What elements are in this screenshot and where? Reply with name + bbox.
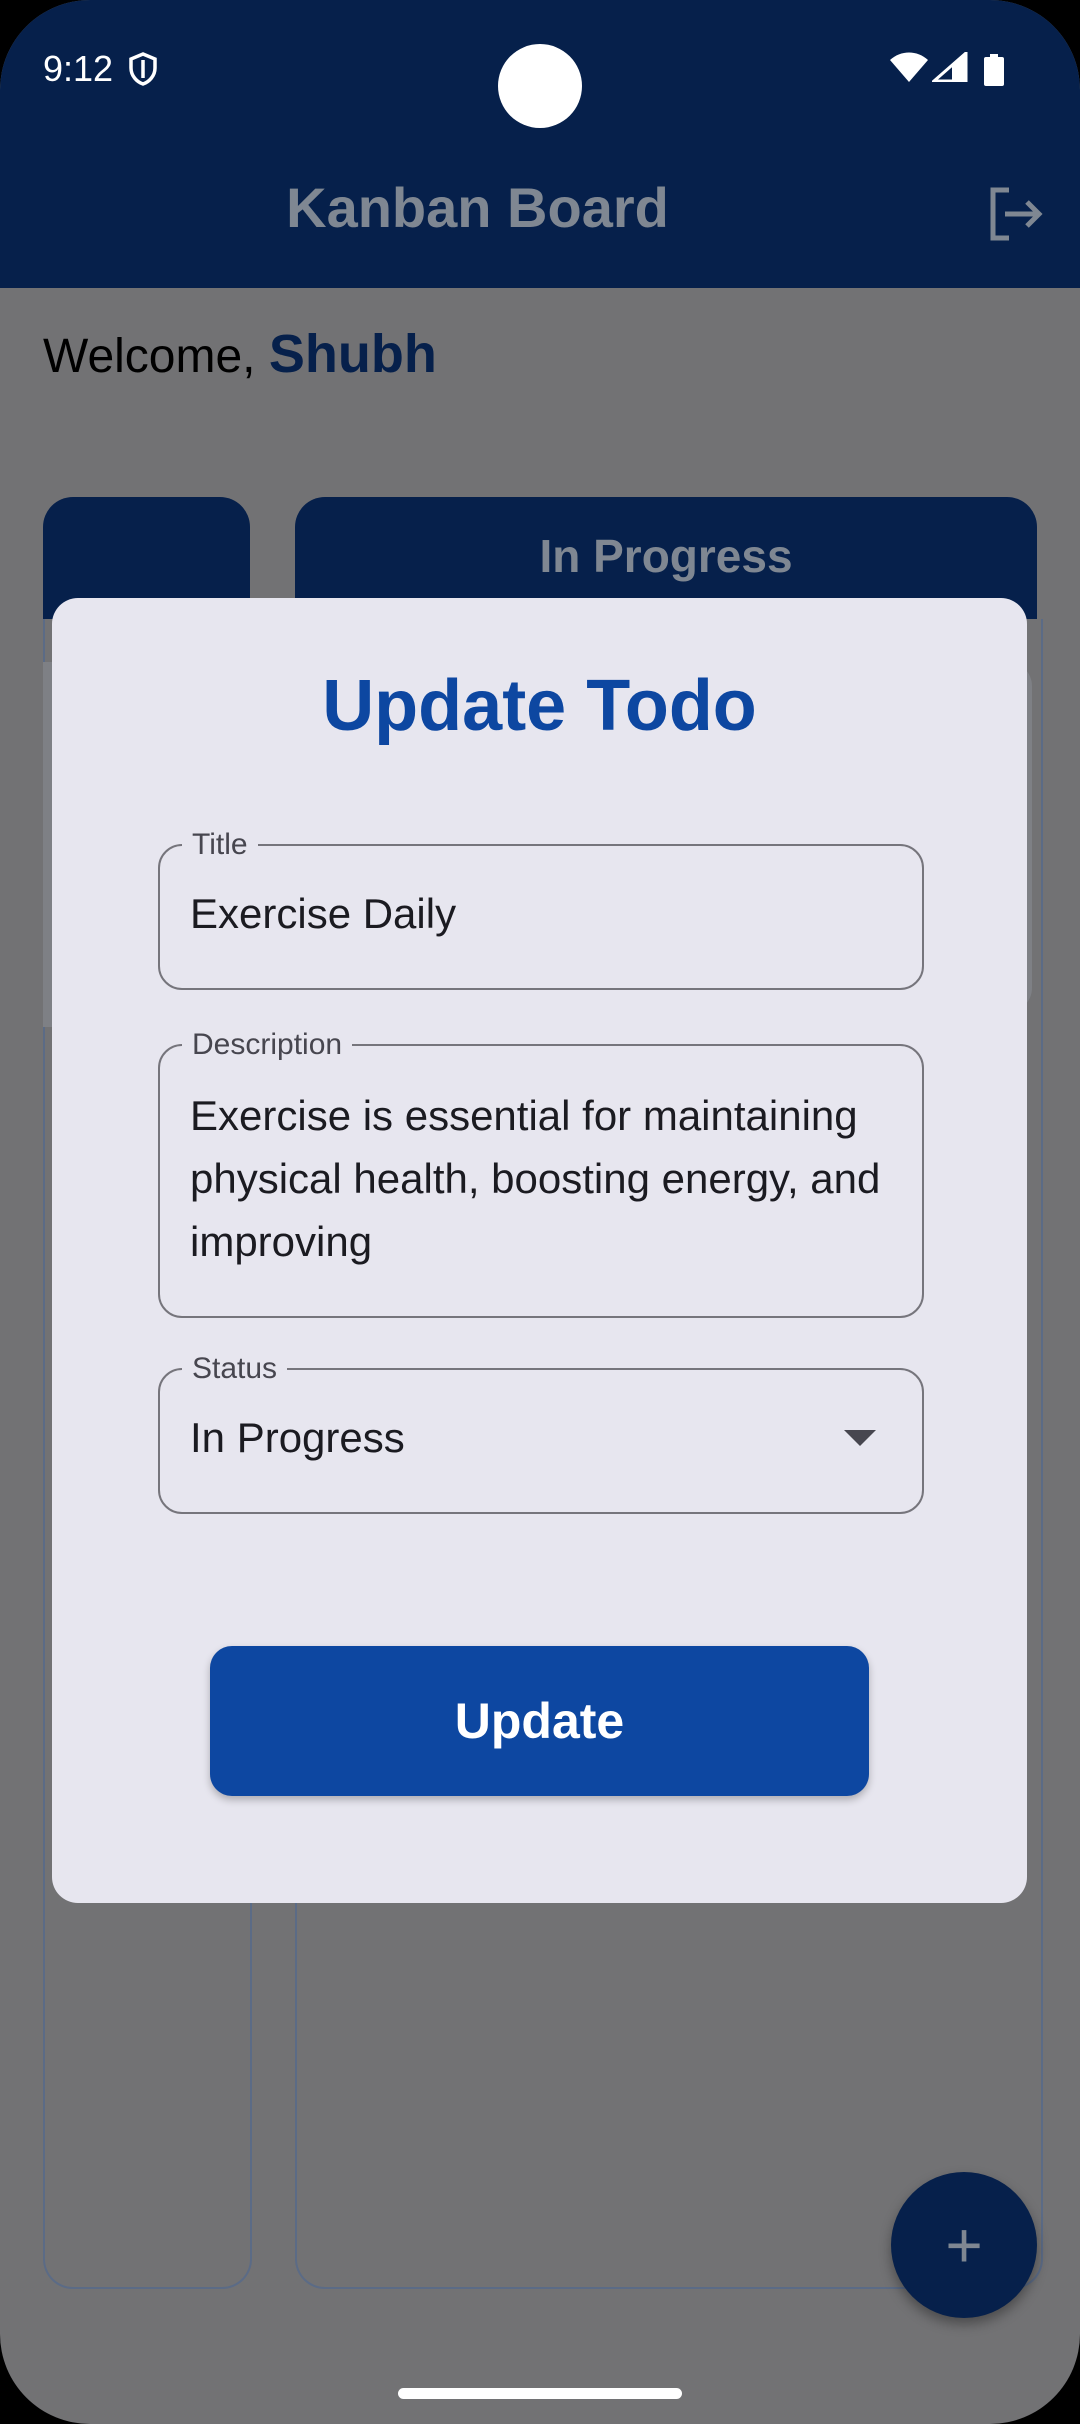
status-dropdown[interactable]: Status In Progress xyxy=(158,1353,924,1514)
welcome-prefix: Welcome, xyxy=(43,330,256,383)
signal-icon xyxy=(930,49,968,87)
dialog-title: Update Todo xyxy=(322,666,757,746)
welcome-text: Welcome, Shubh xyxy=(43,323,437,385)
title-field-value: Exercise Daily xyxy=(190,890,457,937)
status-time: 9:12 xyxy=(43,48,114,89)
welcome-user-name: Shubh xyxy=(268,324,437,384)
column-title: In Progress xyxy=(539,530,793,582)
update-todo-dialog: Update Todo Title Exercise Daily Descrip… xyxy=(52,598,1027,1903)
status-bar: 9:12 xyxy=(0,0,1080,140)
status-selected-value: In Progress xyxy=(190,1414,405,1461)
description-field[interactable]: Description Exercise is essential for ma… xyxy=(158,1029,924,1318)
plus-icon: + xyxy=(945,2209,983,2281)
camera-cutout xyxy=(498,44,582,128)
title-field[interactable]: Title Exercise Daily xyxy=(158,829,924,990)
phone-screen: 9:12 Kanban Board Welcome, Shubh In Prog… xyxy=(0,0,1080,2424)
app-title: Kanban Board xyxy=(286,176,669,239)
status-field-label: Status xyxy=(182,1353,288,1385)
add-task-button[interactable]: + xyxy=(891,2172,1037,2318)
description-field-value: Exercise is essential for maintaining ph… xyxy=(190,1092,881,1265)
shield-icon xyxy=(128,52,158,91)
description-field-label: Description xyxy=(182,1029,353,1061)
wifi-icon xyxy=(890,52,928,87)
title-field-label: Title xyxy=(182,829,258,861)
gesture-navigation-bar[interactable] xyxy=(398,2388,682,2399)
battery-icon xyxy=(984,54,1004,91)
dropdown-arrow-icon xyxy=(844,1430,876,1446)
logout-icon[interactable] xyxy=(985,184,1045,249)
app-bar: 9:12 Kanban Board xyxy=(0,0,1080,288)
update-button[interactable]: Update xyxy=(210,1646,869,1796)
